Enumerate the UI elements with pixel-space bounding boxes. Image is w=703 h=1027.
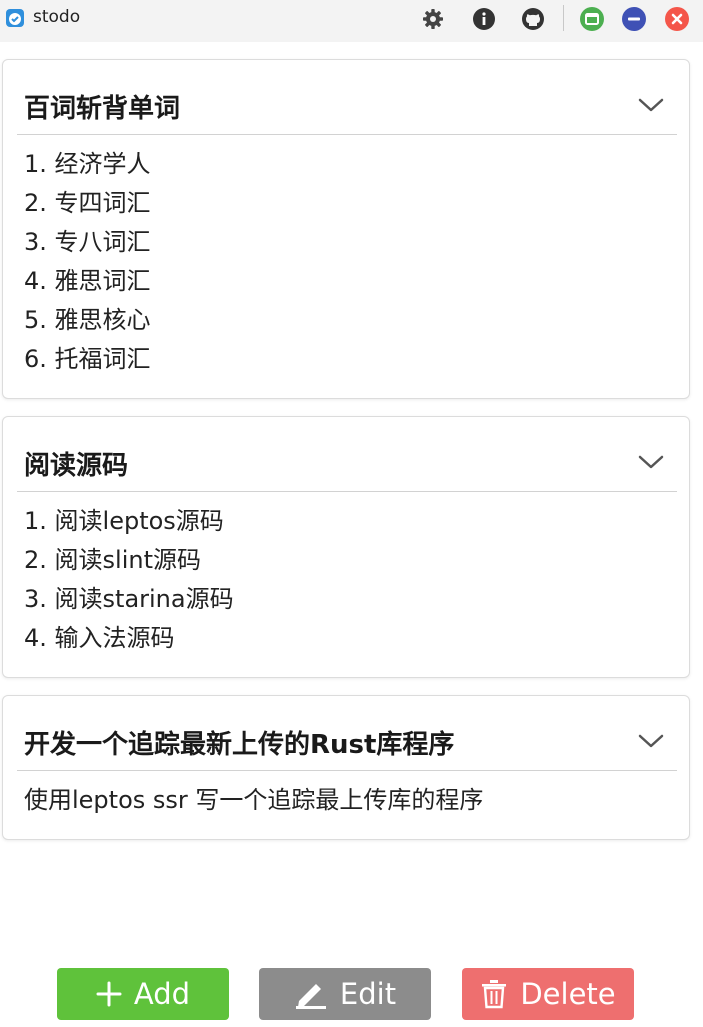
titlebar-divider bbox=[563, 5, 564, 31]
card-title: 阅读源码 bbox=[24, 451, 129, 481]
title-bar: stodo bbox=[0, 0, 703, 42]
list-item: 1. 阅读leptos源码 bbox=[24, 507, 224, 535]
info-icon[interactable] bbox=[472, 7, 496, 31]
list-item: 1. 经济学人 bbox=[24, 150, 151, 178]
list-item: 6. 托福词汇 bbox=[24, 345, 151, 373]
todo-card[interactable]: 开发一个追踪最新上传的Rust库程序 使用leptos ssr 写一个追踪最上传… bbox=[2, 695, 690, 840]
card-list: 使用leptos ssr 写一个追踪最上传库的程序 bbox=[24, 781, 483, 820]
github-icon[interactable] bbox=[521, 7, 545, 31]
delete-button[interactable]: Delete bbox=[462, 968, 634, 1020]
list-item: 使用leptos ssr 写一个追踪最上传库的程序 bbox=[24, 786, 484, 814]
plus-icon bbox=[96, 981, 122, 1007]
chevron-down-icon[interactable] bbox=[637, 732, 665, 750]
chevron-down-icon[interactable] bbox=[637, 453, 665, 471]
settings-icon[interactable] bbox=[421, 7, 445, 31]
card-divider bbox=[17, 134, 677, 135]
pencil-icon bbox=[295, 984, 326, 1009]
todo-card[interactable]: 百词斩背单词 1. 经济学人 2. 专四词汇 3. 专八词汇 4. 雅思词汇 5… bbox=[2, 59, 690, 399]
list-item: 2. 专四词汇 bbox=[24, 189, 151, 217]
app-title: stodo bbox=[33, 7, 81, 27]
list-item: 5. 雅思核心 bbox=[24, 306, 151, 334]
list-item: 3. 阅读starina源码 bbox=[24, 585, 234, 613]
edit-button[interactable]: Edit bbox=[259, 968, 431, 1020]
card-divider bbox=[17, 770, 677, 771]
delete-button-label: Delete bbox=[520, 977, 616, 1011]
list-item: 4. 雅思词汇 bbox=[24, 267, 151, 295]
minimize-icon[interactable] bbox=[622, 7, 646, 31]
close-icon[interactable] bbox=[665, 7, 689, 31]
edit-button-label: Edit bbox=[339, 977, 397, 1011]
card-title: 开发一个追踪最新上传的Rust库程序 bbox=[24, 730, 455, 760]
card-list: 1. 经济学人 2. 专四词汇 3. 专八词汇 4. 雅思词汇 5. 雅思核心 … bbox=[24, 145, 151, 379]
chevron-down-icon[interactable] bbox=[637, 96, 665, 114]
maximize-icon[interactable] bbox=[580, 7, 604, 31]
card-divider bbox=[17, 491, 677, 492]
trash-icon bbox=[482, 980, 507, 1009]
list-item: 2. 阅读slint源码 bbox=[24, 546, 201, 574]
list-item: 4. 输入法源码 bbox=[24, 624, 175, 652]
card-title: 百词斩背单词 bbox=[24, 94, 181, 124]
add-button[interactable]: Add bbox=[57, 968, 229, 1020]
list-item: 3. 专八词汇 bbox=[24, 228, 151, 256]
app-logo-icon bbox=[6, 9, 24, 27]
add-button-label: Add bbox=[133, 977, 191, 1011]
card-list: 1. 阅读leptos源码 2. 阅读slint源码 3. 阅读starina源… bbox=[24, 502, 234, 658]
todo-card[interactable]: 阅读源码 1. 阅读leptos源码 2. 阅读slint源码 3. 阅读sta… bbox=[2, 416, 690, 678]
